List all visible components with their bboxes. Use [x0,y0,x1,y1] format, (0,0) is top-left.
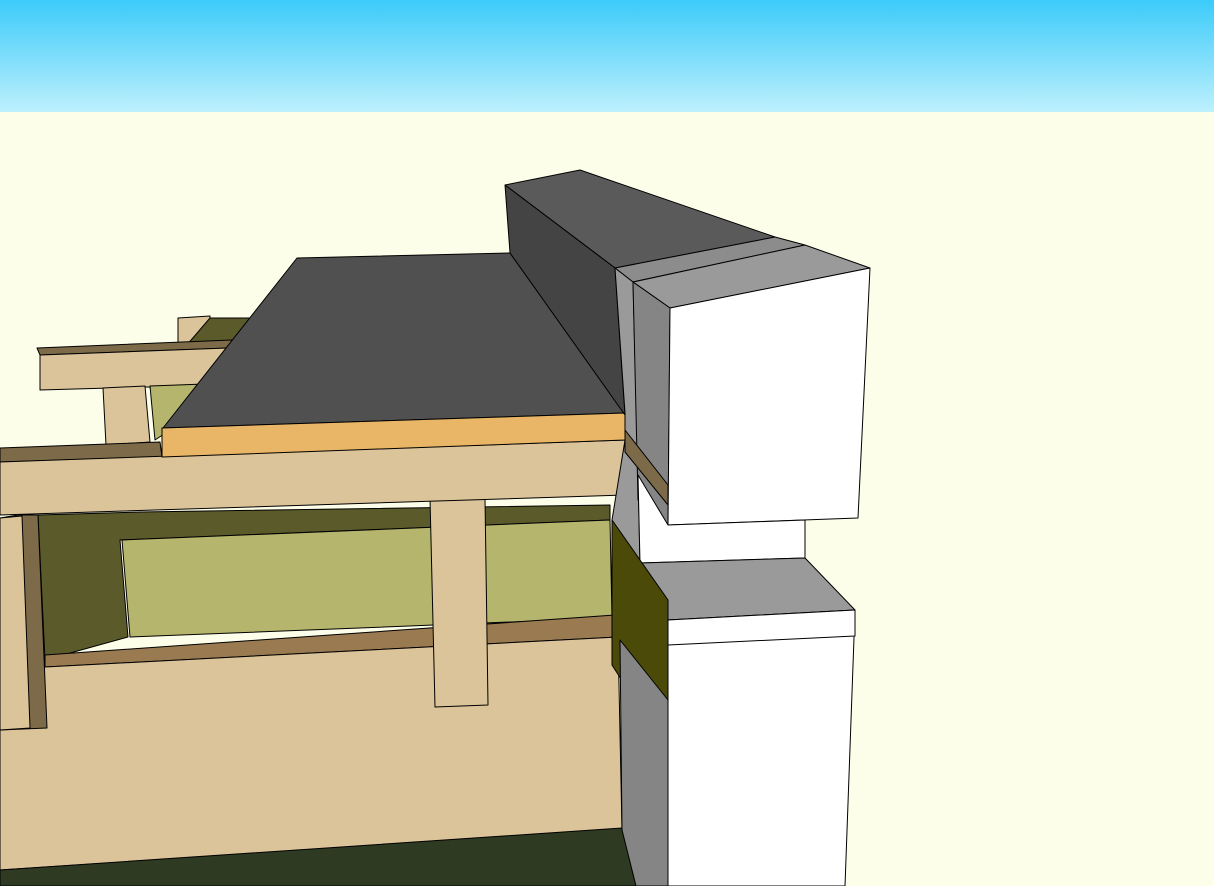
upper-post [102,385,151,446]
3d-viewport[interactable] [0,0,1214,886]
center-post [429,497,489,708]
insulation-panel [121,519,613,638]
sky [0,0,1214,112]
white-front-face [667,267,871,526]
white-lower-front [667,609,856,886]
